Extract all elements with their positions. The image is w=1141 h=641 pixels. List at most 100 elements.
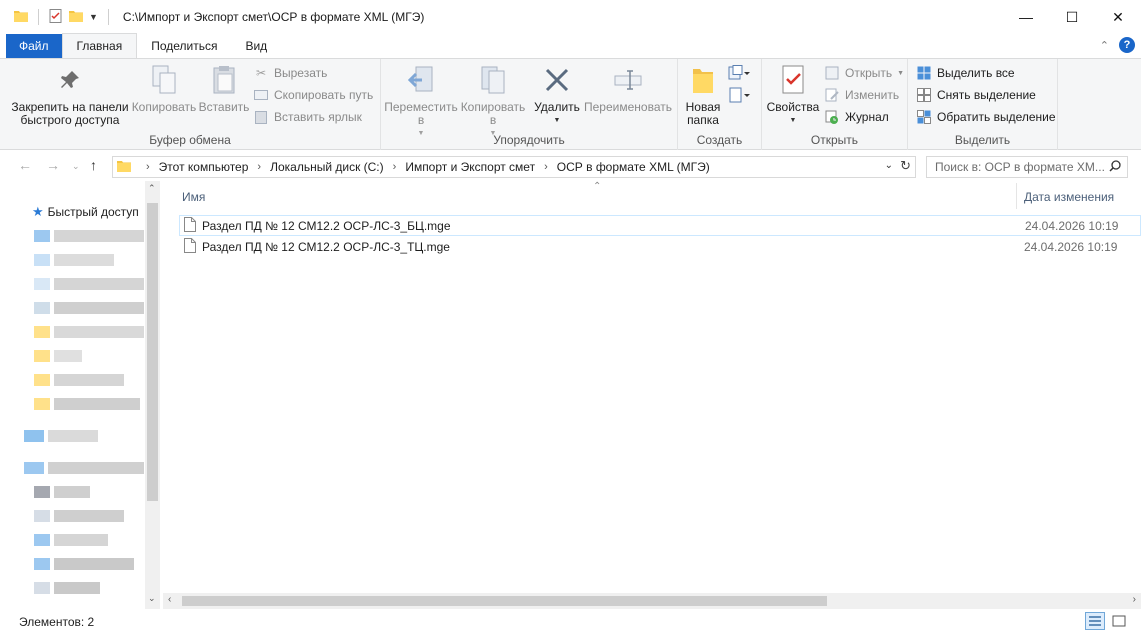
chevron-right-icon[interactable]: ›: [544, 161, 548, 173]
details-view-icon[interactable]: [1085, 612, 1105, 630]
blurred-nav-item[interactable]: [34, 557, 134, 571]
breadcrumb-import-export[interactable]: Импорт и Экспорт смет: [405, 160, 535, 174]
blurred-nav-item[interactable]: [34, 277, 144, 291]
breadcrumb-current-folder[interactable]: ОСР в формате XML (МГЭ): [557, 160, 710, 174]
blurred-nav-item[interactable]: [34, 253, 114, 267]
open-icon: [824, 65, 840, 81]
tab-file[interactable]: Файл: [6, 34, 62, 58]
new-folder-quick-icon[interactable]: [69, 10, 83, 25]
select-none-label: Снять выделение: [937, 88, 1036, 102]
invert-selection-icon: [916, 109, 932, 125]
blurred-nav-item[interactable]: [34, 349, 82, 363]
search-icon[interactable]: [1109, 160, 1121, 175]
blurred-nav-item[interactable]: [34, 533, 108, 547]
folder-icon: [14, 10, 28, 25]
history-button[interactable]: Журнал: [824, 107, 889, 127]
group-label-organize: Упорядочить: [493, 133, 565, 147]
paste-shortcut-button[interactable]: Вставить ярлык: [253, 107, 362, 127]
recent-locations-icon[interactable]: ⌄: [72, 161, 80, 172]
easy-access-icon[interactable]: [728, 87, 750, 106]
column-divider[interactable]: [1016, 183, 1017, 209]
help-icon[interactable]: ?: [1119, 37, 1135, 53]
group-label-select: Выделить: [954, 133, 1011, 147]
invert-selection-button[interactable]: Обратить выделение: [916, 107, 1056, 127]
blurred-nav-item[interactable]: [34, 485, 90, 499]
blurred-nav-item[interactable]: [24, 461, 144, 475]
up-arrow-icon[interactable]: ↑: [90, 157, 97, 173]
address-dropdown-icon[interactable]: ⌄: [885, 160, 893, 171]
properties-quick-icon[interactable]: [49, 8, 63, 26]
paste-label: Вставить: [198, 100, 250, 114]
blurred-nav-item[interactable]: [34, 509, 124, 523]
blurred-nav-item[interactable]: [34, 581, 100, 595]
paste-shortcut-label: Вставить ярлык: [274, 110, 362, 124]
navigation-pane: ★ Быстрый доступ ⌃ ⌄: [0, 181, 163, 609]
new-folder-button[interactable]: Новая папка: [682, 63, 724, 127]
file-list-scroll-thumb[interactable]: [182, 596, 827, 606]
collapse-ribbon-icon[interactable]: ⌃: [1100, 39, 1109, 52]
select-none-button[interactable]: Снять выделение: [916, 85, 1036, 105]
copy-button[interactable]: Копировать: [130, 63, 198, 114]
copy-to-button[interactable]: Копировать в ▼: [457, 63, 529, 140]
column-date-header[interactable]: Дата изменения: [1024, 190, 1114, 204]
tab-share[interactable]: Поделиться: [137, 34, 231, 58]
refresh-icon[interactable]: ↻: [900, 158, 911, 174]
search-input[interactable]: Поиск в: ОСР в формате XM...: [926, 156, 1128, 178]
minimize-button[interactable]: —: [1003, 0, 1049, 34]
blurred-nav-item[interactable]: [34, 373, 124, 387]
tab-view[interactable]: Вид: [231, 34, 281, 58]
new-item-icon[interactable]: [728, 65, 750, 84]
close-button[interactable]: ✕: [1095, 0, 1141, 34]
paste-shortcut-icon: [253, 109, 269, 125]
copy-icon: [148, 63, 180, 97]
cut-button[interactable]: ✂ Вырезать: [253, 63, 327, 83]
status-bar: Элементов: 2: [0, 609, 1141, 641]
maximize-button[interactable]: ☐: [1049, 0, 1095, 34]
delete-button[interactable]: Удалить ▼: [533, 63, 581, 127]
breadcrumb-this-pc[interactable]: Этот компьютер: [159, 160, 249, 174]
chevron-right-icon[interactable]: ›: [393, 161, 397, 173]
group-label-new: Создать: [696, 133, 743, 147]
blurred-nav-item[interactable]: [34, 301, 144, 315]
group-select: Выделить все Снять выделение Обратить вы…: [908, 59, 1058, 150]
properties-button[interactable]: Свойства ▼: [766, 63, 820, 127]
properties-icon: [777, 63, 809, 97]
file-list-horizontal-scrollbar[interactable]: ‹ ›: [163, 593, 1141, 609]
pin-quick-access-button[interactable]: Закрепить на панели быстрого доступа: [8, 63, 132, 127]
file-row[interactable]: Раздел ПД № 12 СМ12.2 ОСР-ЛС-3_БЦ.mge 24…: [179, 215, 1141, 236]
blurred-nav-item[interactable]: [34, 397, 140, 411]
blurred-nav-item[interactable]: [34, 229, 144, 243]
breadcrumb-local-disk[interactable]: Локальный диск (C:): [270, 160, 384, 174]
copy-path-button[interactable]: Скопировать путь: [253, 85, 373, 105]
column-name-header[interactable]: Имя: [182, 190, 205, 204]
tab-home[interactable]: Главная: [61, 33, 138, 58]
copy-to-icon: [477, 63, 509, 97]
scroll-down-icon[interactable]: ⌄: [148, 593, 156, 604]
quick-access-item[interactable]: ★ Быстрый доступ: [32, 204, 139, 219]
scroll-right-icon[interactable]: ›: [1133, 594, 1136, 605]
group-open: Свойства ▼ Открыть ▼ Изменить Журнал Отк…: [762, 59, 908, 150]
separator: [107, 9, 109, 25]
select-all-button[interactable]: Выделить все: [916, 63, 1015, 83]
scroll-left-icon[interactable]: ‹: [168, 594, 171, 605]
chevron-right-icon[interactable]: ›: [257, 161, 261, 173]
forward-arrow-icon[interactable]: →: [46, 157, 60, 173]
nav-pane-scrollbar[interactable]: ⌃ ⌄: [145, 181, 160, 609]
file-row[interactable]: Раздел ПД № 12 СМ12.2 ОСР-ЛС-3_ТЦ.mge 24…: [179, 236, 1141, 257]
open-button[interactable]: Открыть ▼: [824, 63, 904, 83]
ribbon-tabs: Файл Главная Поделиться Вид ⌃ ?: [0, 33, 1141, 58]
address-bar[interactable]: › Этот компьютер › Локальный диск (C:) ›…: [112, 156, 916, 178]
rename-button[interactable]: Переименовать: [583, 63, 673, 114]
large-icons-view-icon[interactable]: [1109, 612, 1129, 630]
dropdown-arrow-icon: ▼: [553, 117, 561, 124]
scroll-up-icon[interactable]: ⌃: [148, 183, 156, 194]
customize-toolbar-icon[interactable]: ▼: [89, 12, 98, 22]
edit-button[interactable]: Изменить: [824, 85, 899, 105]
paste-button[interactable]: Вставить: [198, 63, 250, 114]
blurred-nav-item[interactable]: [24, 429, 98, 443]
blurred-nav-item[interactable]: [34, 325, 144, 339]
file-name: Раздел ПД № 12 СМ12.2 ОСР-ЛС-3_ТЦ.mge: [202, 239, 450, 254]
move-to-button[interactable]: Переместить в ▼: [384, 63, 458, 140]
nav-pane-scroll-thumb[interactable]: [147, 203, 158, 501]
back-arrow-icon[interactable]: ←: [18, 157, 32, 173]
